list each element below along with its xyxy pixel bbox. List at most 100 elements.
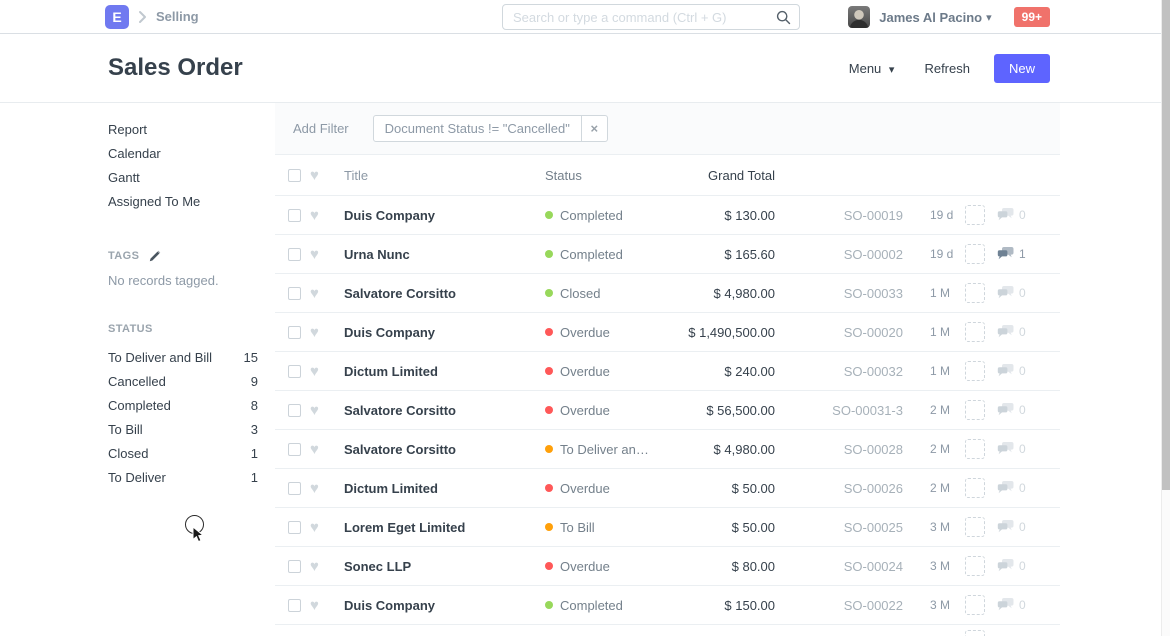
heart-icon[interactable]: ♥ xyxy=(310,442,326,457)
row-id[interactable]: SO-00033 xyxy=(775,286,903,301)
assign-box[interactable] xyxy=(965,400,985,420)
row-checkbox[interactable] xyxy=(288,287,301,300)
menu-button[interactable]: Menu ▾ xyxy=(849,61,895,76)
table-row[interactable]: ♥ Lorem Eget Limited To Bill $ 50.00 SO-… xyxy=(275,508,1060,547)
comment-indicator[interactable]: 0 xyxy=(997,520,1026,534)
sidebar-view-item[interactable]: Calendar xyxy=(108,142,258,166)
refresh-button[interactable]: Refresh xyxy=(924,61,970,76)
row-id[interactable]: SO-00028 xyxy=(775,442,903,457)
comment-indicator[interactable]: 0 xyxy=(997,286,1026,300)
row-checkbox[interactable] xyxy=(288,209,301,222)
scrollbar-thumb[interactable] xyxy=(1162,0,1170,490)
comment-indicator[interactable]: 0 xyxy=(997,403,1026,417)
filter-chip[interactable]: Document Status != "Cancelled" × xyxy=(373,115,608,142)
heart-icon[interactable]: ♥ xyxy=(310,481,326,496)
assign-box[interactable] xyxy=(965,322,985,342)
row-id[interactable]: SO-00020 xyxy=(775,325,903,340)
row-title[interactable]: Sonec LLP xyxy=(344,559,545,574)
row-checkbox[interactable] xyxy=(288,443,301,456)
row-title[interactable]: Salvatore Corsitto xyxy=(344,403,545,418)
comment-indicator[interactable]: 0 xyxy=(997,442,1026,456)
assign-box[interactable] xyxy=(965,439,985,459)
comment-indicator[interactable]: 0 xyxy=(997,559,1026,573)
heart-icon[interactable]: ♥ xyxy=(310,364,326,379)
user-avatar[interactable] xyxy=(848,6,870,28)
row-checkbox[interactable] xyxy=(288,365,301,378)
row-title[interactable]: Duis Company xyxy=(344,208,545,223)
heart-icon[interactable]: ♥ xyxy=(310,247,326,262)
comment-indicator[interactable]: 0 xyxy=(997,598,1026,612)
search-input[interactable] xyxy=(503,5,776,29)
heart-icon[interactable]: ♥ xyxy=(310,168,326,183)
table-row[interactable]: ♥ Salvatore Corsitto Closed $ 4,980.00 S… xyxy=(275,274,1060,313)
row-id[interactable]: SO-00026 xyxy=(775,481,903,496)
assign-box[interactable] xyxy=(965,556,985,576)
table-row[interactable]: ♥ Duis Company Completed $ 150.00 SO-000… xyxy=(275,586,1060,625)
comment-indicator[interactable]: 1 xyxy=(997,247,1026,261)
row-id[interactable]: SO-00032 xyxy=(775,364,903,379)
row-title[interactable]: Salvatore Corsitto xyxy=(344,442,545,457)
row-title[interactable]: Dictum Limited xyxy=(344,481,545,496)
table-row[interactable]: ♥ Dictum Limited Overdue $ 50.00 SO-0002… xyxy=(275,469,1060,508)
row-id[interactable]: SO-00025 xyxy=(775,520,903,535)
table-row[interactable]: ♥ Sonec LLP Overdue $ 80.00 SO-00024 3 M… xyxy=(275,547,1060,586)
table-row[interactable]: ♥ Salvatore Corsitto To Deliver an… $ 4,… xyxy=(275,430,1060,469)
search-icon[interactable] xyxy=(776,10,791,25)
row-id[interactable]: SO-00019 xyxy=(775,208,903,223)
assign-box[interactable] xyxy=(965,517,985,537)
row-checkbox[interactable] xyxy=(288,560,301,573)
heart-icon[interactable]: ♥ xyxy=(310,520,326,535)
remove-filter-icon[interactable]: × xyxy=(581,115,607,142)
filter-chip-label[interactable]: Document Status != "Cancelled" xyxy=(374,121,581,136)
assign-box[interactable] xyxy=(965,595,985,615)
sidebar-view-item[interactable]: Gantt xyxy=(108,166,258,190)
sidebar-status-item[interactable]: Completed 8 xyxy=(108,394,258,418)
vertical-scrollbar[interactable] xyxy=(1161,0,1170,636)
row-title[interactable]: Dictum Limited xyxy=(344,364,545,379)
heart-icon[interactable]: ♥ xyxy=(310,559,326,574)
row-checkbox[interactable] xyxy=(288,404,301,417)
sidebar-status-item[interactable]: To Bill 3 xyxy=(108,418,258,442)
sidebar-status-item[interactable]: To Deliver and Bill 15 xyxy=(108,346,258,370)
sidebar-status-item[interactable]: To Deliver 1 xyxy=(108,466,258,490)
heart-icon[interactable]: ♥ xyxy=(310,403,326,418)
table-row[interactable]: ♥ Duis Company Overdue $ 1,490,500.00 SO… xyxy=(275,313,1060,352)
app-logo[interactable]: E xyxy=(105,5,129,29)
row-checkbox[interactable] xyxy=(288,521,301,534)
heart-icon[interactable]: ♥ xyxy=(310,325,326,340)
table-row[interactable]: ♥ Urna Nunc Completed $ 165.60 SO-00002 … xyxy=(275,235,1060,274)
user-menu[interactable]: James Al Pacino xyxy=(879,10,982,25)
row-checkbox[interactable] xyxy=(288,599,301,612)
row-title[interactable]: Lorem Eget Limited xyxy=(344,520,545,535)
sidebar-view-item[interactable]: Assigned To Me xyxy=(108,190,258,214)
row-id[interactable]: SO-00031-3 xyxy=(775,403,903,418)
breadcrumb[interactable]: Selling xyxy=(156,9,199,24)
row-title[interactable]: Duis Company xyxy=(344,325,545,340)
sidebar-view-item[interactable]: Report xyxy=(108,118,258,142)
row-title[interactable]: Salvatore Corsitto xyxy=(344,286,545,301)
notification-badge[interactable]: 99+ xyxy=(1014,7,1050,27)
comment-indicator[interactable]: 0 xyxy=(997,325,1026,339)
row-checkbox[interactable] xyxy=(288,482,301,495)
comment-indicator[interactable]: 0 xyxy=(997,481,1026,495)
new-button[interactable]: New xyxy=(994,54,1050,83)
assign-box[interactable] xyxy=(965,361,985,381)
assign-box[interactable] xyxy=(965,244,985,264)
sidebar-status-item[interactable]: Closed 1 xyxy=(108,442,258,466)
row-title[interactable]: Urna Nunc xyxy=(344,247,545,262)
table-row[interactable]: ♥ Dictum Limited Overdue $ 240.00 SO-000… xyxy=(275,352,1060,391)
row-id[interactable]: SO-00024 xyxy=(775,559,903,574)
heart-icon[interactable]: ♥ xyxy=(310,598,326,613)
select-all-checkbox[interactable] xyxy=(288,169,301,182)
heart-icon[interactable]: ♥ xyxy=(310,286,326,301)
sidebar-status-item[interactable]: Cancelled 9 xyxy=(108,370,258,394)
table-row[interactable]: ♥ Duis Company Completed $ 130.00 SO-000… xyxy=(275,196,1060,235)
pencil-icon[interactable] xyxy=(149,250,161,262)
comment-indicator[interactable]: 0 xyxy=(997,208,1026,222)
assign-box[interactable] xyxy=(965,205,985,225)
row-id[interactable]: SO-00022 xyxy=(775,598,903,613)
comment-indicator[interactable]: 0 xyxy=(997,364,1026,378)
row-title[interactable]: Duis Company xyxy=(344,598,545,613)
add-filter-button[interactable]: Add Filter xyxy=(293,121,349,136)
assign-box[interactable] xyxy=(965,283,985,303)
